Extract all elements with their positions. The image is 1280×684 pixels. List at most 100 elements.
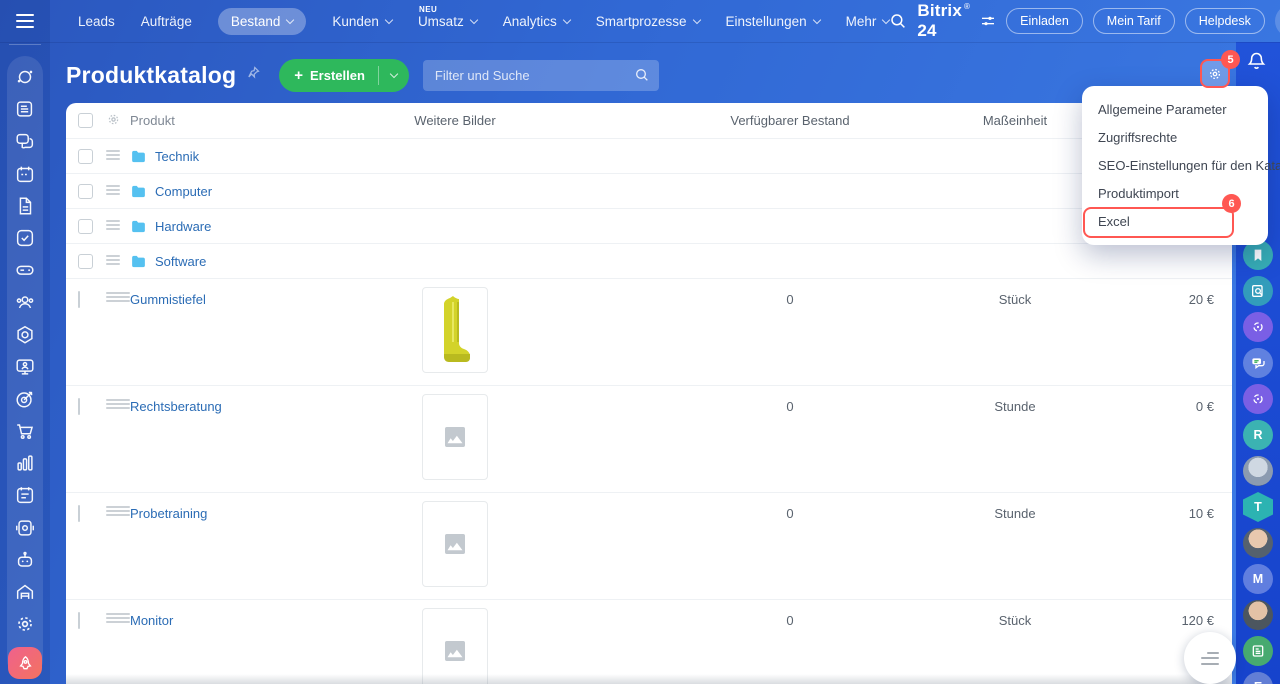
document-feed-icon[interactable]: [1243, 636, 1273, 666]
copilot-badge-icon[interactable]: [1243, 384, 1273, 414]
avatar[interactable]: [1243, 528, 1273, 558]
table-row-product[interactable]: Probetraining 0 Stunde 10 €: [66, 493, 1232, 600]
folder-link[interactable]: Software: [155, 254, 206, 269]
chat-icon[interactable]: [1243, 348, 1273, 378]
drag-handle[interactable]: [106, 255, 120, 267]
folder-link[interactable]: Computer: [155, 184, 212, 199]
notifications-bell-icon[interactable]: [1246, 50, 1267, 76]
product-link[interactable]: Probetraining: [130, 506, 207, 521]
messenger-icon[interactable]: [14, 130, 36, 152]
column-header-stock[interactable]: Verfügbarer Bestand: [730, 113, 849, 128]
grid-settings-gear-icon[interactable]: [106, 112, 130, 130]
grid-view-settings-fab[interactable]: [1184, 632, 1236, 684]
nav-item-mehr[interactable]: Mehr: [846, 14, 891, 29]
warehouse-icon[interactable]: [14, 581, 36, 603]
drag-handle[interactable]: [106, 292, 130, 302]
column-header-images[interactable]: Weitere Bilder: [414, 113, 495, 128]
webinar-icon[interactable]: [14, 356, 36, 378]
product-image-placeholder[interactable]: [422, 501, 488, 587]
row-checkbox[interactable]: [78, 148, 93, 164]
folder-link[interactable]: Technik: [155, 149, 199, 164]
drag-handle[interactable]: [106, 220, 120, 232]
bitrix24-logo[interactable]: Bitrix 24 ®: [917, 1, 970, 41]
nav-item-kunden[interactable]: Kunden: [332, 14, 394, 29]
select-all-checkbox[interactable]: [78, 113, 93, 128]
sliders-icon[interactable]: [980, 13, 996, 29]
nav-item-smartprozesse[interactable]: Smartprozesse: [596, 14, 701, 29]
pin-icon[interactable]: [246, 65, 261, 85]
table-row-product[interactable]: Monitor 0 Stück 120 €: [66, 600, 1232, 684]
menu-item-zugriffsrechte[interactable]: Zugriffsrechte: [1082, 123, 1268, 151]
create-button[interactable]: + Erstellen: [279, 67, 378, 84]
chat-avatar-t[interactable]: T: [1243, 492, 1273, 522]
nav-item-einstellungen[interactable]: Einstellungen: [726, 14, 821, 29]
avatar[interactable]: [1243, 600, 1273, 630]
row-checkbox[interactable]: [78, 291, 80, 308]
chat-avatar-m[interactable]: M: [1243, 564, 1273, 594]
column-header-product[interactable]: Produkt: [130, 113, 260, 128]
row-checkbox[interactable]: [78, 183, 93, 199]
chat-avatar-e[interactable]: E: [1243, 672, 1273, 684]
search-icon[interactable]: [634, 67, 650, 88]
drive-icon[interactable]: [14, 259, 36, 281]
nav-item-analytics[interactable]: Analytics: [503, 14, 571, 29]
product-link[interactable]: Rechtsberatung: [130, 399, 222, 414]
bi-chart-icon[interactable]: [14, 452, 36, 474]
calendar-icon[interactable]: [14, 163, 36, 185]
document-search-icon[interactable]: [1243, 276, 1273, 306]
chat-avatar-r[interactable]: R: [1243, 420, 1273, 450]
nav-item-auftraege[interactable]: Aufträge: [141, 14, 192, 29]
product-image-placeholder[interactable]: [422, 608, 488, 684]
row-checkbox[interactable]: [78, 398, 80, 415]
nav-item-umsatz[interactable]: NEU Umsatz: [418, 5, 478, 29]
table-row-folder[interactable]: Software: [66, 244, 1232, 279]
folder-link[interactable]: Hardware: [155, 219, 211, 234]
nav-item-leads[interactable]: Leads: [78, 14, 115, 29]
row-checkbox[interactable]: [78, 612, 80, 629]
drag-handle[interactable]: [106, 613, 130, 623]
menu-item-excel[interactable]: Excel: [1082, 207, 1268, 235]
settings-icon[interactable]: [14, 613, 36, 635]
copilot-icon[interactable]: [14, 66, 36, 88]
menu-item-seo-einstellungen[interactable]: SEO-Einstellungen für den Katalog: [1082, 151, 1280, 179]
news-icon[interactable]: [14, 98, 36, 120]
helpdesk-button[interactable]: Helpdesk: [1184, 8, 1265, 34]
search-icon[interactable]: [889, 12, 907, 30]
sign-icon[interactable]: [14, 517, 36, 539]
drag-handle[interactable]: [106, 399, 130, 409]
product-image-placeholder[interactable]: [422, 394, 488, 480]
crm-icon[interactable]: [14, 324, 36, 346]
invite-button[interactable]: Einladen: [1006, 8, 1083, 34]
table-row-folder[interactable]: Hardware: [66, 209, 1232, 244]
row-checkbox[interactable]: [78, 218, 93, 234]
product-image-boot[interactable]: [422, 287, 488, 373]
drag-handle[interactable]: [106, 185, 120, 197]
clock-profile-widget[interactable]: 16:16: [1274, 5, 1280, 37]
search-input[interactable]: [422, 59, 659, 91]
table-row-product[interactable]: Rechtsberatung 0 Stunde 0 €: [66, 386, 1232, 493]
product-link[interactable]: Monitor: [130, 613, 173, 628]
table-row-folder[interactable]: Technik: [66, 139, 1232, 174]
product-link[interactable]: Gummistiefel: [130, 292, 206, 307]
people-icon[interactable]: [14, 291, 36, 313]
row-checkbox[interactable]: [78, 253, 93, 269]
copilot-badge-icon[interactable]: [1243, 312, 1273, 342]
sales-icon[interactable]: [14, 420, 36, 442]
table-row-product[interactable]: Gummistiefel 0 Stück 20 €: [66, 279, 1232, 386]
create-dropdown-toggle[interactable]: [379, 69, 409, 79]
plan-button[interactable]: Mein Tarif: [1092, 8, 1175, 34]
column-header-unit[interactable]: Maßeinheit: [983, 113, 1047, 128]
ai-bot-icon[interactable]: [14, 549, 36, 571]
nav-item-bestand[interactable]: Bestand: [217, 7, 307, 35]
rocket-icon[interactable]: [8, 647, 42, 680]
tasks-icon[interactable]: [14, 227, 36, 249]
drag-handle[interactable]: [106, 150, 120, 162]
planner-icon[interactable]: [14, 484, 36, 506]
menu-hamburger-icon[interactable]: [16, 14, 34, 32]
row-checkbox[interactable]: [78, 505, 80, 522]
drag-handle[interactable]: [106, 506, 130, 516]
avatar[interactable]: [1243, 456, 1273, 486]
marketing-icon[interactable]: [14, 388, 36, 410]
docs-icon[interactable]: [14, 195, 36, 217]
table-row-folder[interactable]: Computer: [66, 174, 1232, 209]
